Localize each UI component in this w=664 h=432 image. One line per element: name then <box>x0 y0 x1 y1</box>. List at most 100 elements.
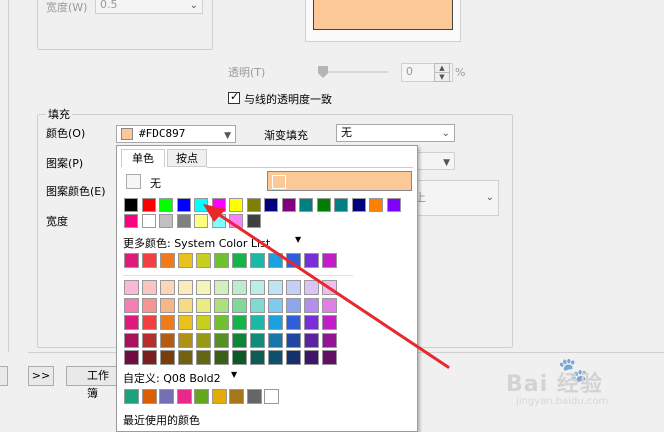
color-swatch[interactable] <box>214 332 229 348</box>
tab-single-color[interactable]: 单色 <box>121 149 165 167</box>
color-swatch[interactable] <box>124 198 138 212</box>
color-swatch[interactable] <box>250 253 265 268</box>
color-swatch[interactable] <box>178 350 193 365</box>
color-swatch[interactable] <box>141 214 156 228</box>
color-swatch[interactable] <box>124 253 139 268</box>
color-swatch[interactable] <box>211 389 227 404</box>
color-swatch[interactable] <box>178 253 193 268</box>
color-swatch[interactable] <box>246 198 261 212</box>
color-swatch[interactable] <box>322 332 337 348</box>
color-swatch[interactable] <box>316 198 331 212</box>
color-swatch[interactable] <box>124 389 139 404</box>
color-swatch[interactable] <box>232 297 247 313</box>
color-swatch[interactable] <box>214 297 229 313</box>
color-swatch[interactable] <box>160 315 175 330</box>
color-swatch[interactable] <box>214 253 229 268</box>
color-swatch[interactable] <box>160 253 175 268</box>
color-swatch[interactable] <box>369 198 383 212</box>
color-swatch[interactable] <box>178 332 193 348</box>
color-swatch[interactable] <box>286 332 301 348</box>
color-swatch[interactable] <box>159 198 173 212</box>
color-swatch[interactable] <box>286 253 301 268</box>
gradient-combo[interactable]: 无 ⌄ <box>336 124 455 142</box>
color-swatch[interactable] <box>196 297 211 313</box>
color-swatch[interactable] <box>286 297 301 313</box>
color-swatch[interactable] <box>176 214 191 228</box>
color-swatch[interactable] <box>286 280 301 295</box>
custom-colors-caret-icon[interactable]: ▼ <box>231 370 237 379</box>
color-swatch[interactable] <box>281 198 296 212</box>
slider-thumb[interactable] <box>318 66 328 78</box>
color-swatch[interactable] <box>142 297 157 313</box>
color-swatch[interactable] <box>124 214 138 228</box>
color-swatch[interactable] <box>214 315 229 330</box>
color-swatch[interactable] <box>142 350 157 365</box>
color-swatch[interactable] <box>322 350 337 365</box>
color-swatch[interactable] <box>178 315 193 330</box>
color-swatch[interactable] <box>214 280 229 295</box>
color-swatch[interactable] <box>264 198 278 212</box>
color-swatch[interactable] <box>232 253 247 268</box>
color-swatch[interactable] <box>250 297 265 313</box>
color-swatch[interactable] <box>232 332 247 348</box>
workspace-button[interactable]: 工作簿 <box>66 366 118 400</box>
transparency-slider[interactable] <box>318 66 388 78</box>
color-swatch[interactable] <box>178 280 193 295</box>
color-swatch[interactable] <box>304 350 319 365</box>
color-swatch[interactable] <box>250 280 265 295</box>
color-swatch[interactable] <box>194 389 209 404</box>
color-swatch[interactable] <box>268 332 283 348</box>
color-swatch[interactable] <box>250 332 265 348</box>
color-swatch[interactable] <box>334 198 348 212</box>
color-swatch[interactable] <box>246 389 262 404</box>
color-swatch[interactable] <box>232 350 247 365</box>
color-swatch[interactable] <box>142 253 157 268</box>
spin-down-icon[interactable]: ▼ <box>434 72 450 82</box>
color-swatch[interactable] <box>124 350 139 365</box>
color-swatch[interactable] <box>196 315 211 330</box>
color-swatch[interactable] <box>196 253 211 268</box>
color-swatch[interactable] <box>304 280 319 295</box>
color-swatch[interactable] <box>141 198 156 212</box>
color-swatch[interactable] <box>232 280 247 295</box>
color-swatch[interactable] <box>211 198 226 212</box>
color-swatch[interactable] <box>124 280 139 295</box>
color-swatch[interactable] <box>194 198 208 212</box>
color-swatch[interactable] <box>194 214 208 228</box>
color-swatch[interactable] <box>160 280 175 295</box>
color-swatch[interactable] <box>304 297 319 313</box>
color-swatch[interactable] <box>232 315 247 330</box>
color-swatch[interactable] <box>268 280 283 295</box>
color-swatch[interactable] <box>124 332 139 348</box>
color-swatch[interactable] <box>304 253 319 268</box>
same-as-line-checkbox[interactable]: ✓ <box>228 90 240 104</box>
color-swatch[interactable] <box>286 350 301 365</box>
color-swatch[interactable] <box>214 350 229 365</box>
no-color-swatch[interactable] <box>126 174 141 189</box>
color-swatch[interactable] <box>286 315 301 330</box>
color-swatch[interactable] <box>304 315 319 330</box>
color-swatch[interactable] <box>160 332 175 348</box>
color-swatch[interactable] <box>250 350 265 365</box>
more-colors-caret-icon[interactable]: ▼ <box>295 235 301 244</box>
next-button[interactable]: >> <box>28 366 54 386</box>
color-swatch[interactable] <box>159 214 173 228</box>
color-swatch[interactable] <box>160 297 175 313</box>
color-swatch[interactable] <box>124 315 139 330</box>
color-swatch[interactable] <box>299 198 313 212</box>
color-swatch[interactable] <box>160 350 175 365</box>
color-swatch[interactable] <box>124 297 139 313</box>
color-swatch[interactable] <box>268 253 283 268</box>
fill-color-combo[interactable]: #FDC897 ▼ <box>116 125 236 143</box>
color-swatch[interactable] <box>322 253 337 268</box>
color-swatch[interactable] <box>196 332 211 348</box>
color-swatch[interactable] <box>142 332 157 348</box>
color-swatch[interactable] <box>176 389 192 404</box>
color-swatch[interactable] <box>176 198 191 212</box>
color-swatch[interactable] <box>246 214 261 228</box>
color-swatch[interactable] <box>322 297 337 313</box>
color-swatch[interactable] <box>268 297 283 313</box>
color-swatch[interactable] <box>229 198 243 212</box>
color-swatch[interactable] <box>211 214 226 228</box>
color-swatch[interactable] <box>268 350 283 365</box>
